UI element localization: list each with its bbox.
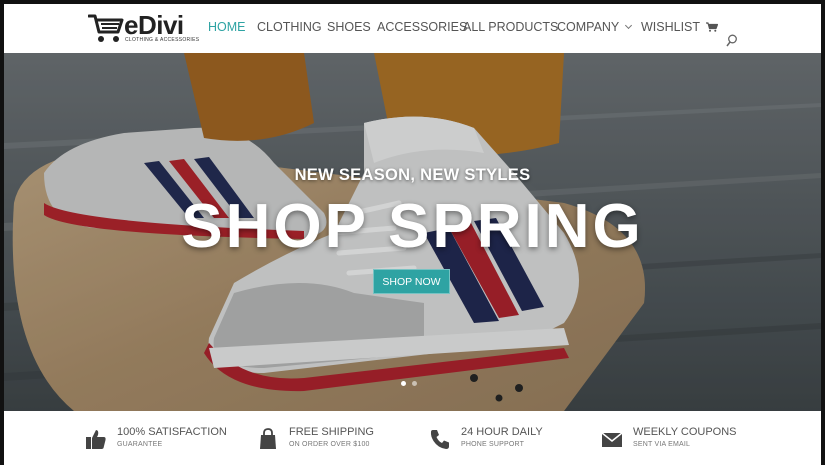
nav-all-products-label: ALL PRODUCTS <box>463 20 559 34</box>
nav-accessories-label: ACCESSORIES <box>377 20 468 34</box>
nav-shoes[interactable]: SHOES <box>327 18 377 36</box>
feature-subtitle: PHONE SUPPORT <box>461 441 525 448</box>
nav-shoes-label: SHOES <box>327 20 371 34</box>
feature-title: 24 HOUR DAILY <box>461 426 543 438</box>
shopping-cart-logo-icon <box>88 14 124 42</box>
hero-subtitle: NEW SEASON, NEW STYLES <box>294 166 531 184</box>
slider-dot-2[interactable] <box>412 381 417 386</box>
cart-icon[interactable] <box>706 22 718 32</box>
feature-subtitle: SENT VIA EMAIL <box>633 441 691 448</box>
features-bar: 100% SATISFACTION GUARANTEE FREE SHIPPIN… <box>4 411 821 465</box>
slider-dot-1[interactable] <box>401 381 406 386</box>
slider-dots <box>401 381 417 386</box>
hero-slider: NEW SEASON, NEW STYLES SHOP SPRING SHOP … <box>4 53 821 411</box>
nav-accessories[interactable]: ACCESSORIES <box>377 18 467 36</box>
nav-wishlist-label: WISHLIST <box>641 20 701 34</box>
feature-subtitle: GUARANTEE <box>117 441 163 448</box>
feature-subtitle: ON ORDER OVER $100 <box>289 441 370 448</box>
hero-title: SHOP SPRING <box>181 192 644 261</box>
envelope-icon <box>601 432 623 447</box>
chevron-down-icon <box>625 21 633 30</box>
feature-title: FREE SHIPPING <box>289 426 374 438</box>
page: eDivi CLOTHING & ACCESSORIES HOME CLOTHI… <box>4 4 821 465</box>
site-header: eDivi CLOTHING & ACCESSORIES HOME CLOTHI… <box>4 4 821 53</box>
main-nav: HOME CLOTHING SHOES ACCESSORIES ALL PROD… <box>208 18 701 36</box>
nav-wishlist[interactable]: WISHLIST <box>641 18 701 36</box>
feature-title: WEEKLY COUPONS <box>633 426 737 438</box>
shopping-bag-icon <box>260 428 276 449</box>
thumbs-up-icon <box>86 430 106 449</box>
nav-all-products[interactable]: ALL PRODUCTS <box>463 18 559 36</box>
nav-home[interactable]: HOME <box>208 18 257 36</box>
shop-now-button[interactable]: SHOP NOW <box>373 269 450 294</box>
phone-icon <box>430 430 449 449</box>
nav-clothing[interactable]: CLOTHING <box>257 18 327 36</box>
nav-company-label: COMPANY <box>557 20 620 34</box>
nav-company[interactable]: COMPANY <box>557 18 641 36</box>
logo[interactable]: eDivi CLOTHING & ACCESSORIES <box>88 10 200 46</box>
nav-home-label: HOME <box>208 20 246 34</box>
nav-clothing-label: CLOTHING <box>257 20 322 34</box>
feature-title: 100% SATISFACTION <box>117 426 227 438</box>
logo-tagline: CLOTHING & ACCESSORIES <box>125 37 200 43</box>
search-icon[interactable] <box>726 34 738 47</box>
